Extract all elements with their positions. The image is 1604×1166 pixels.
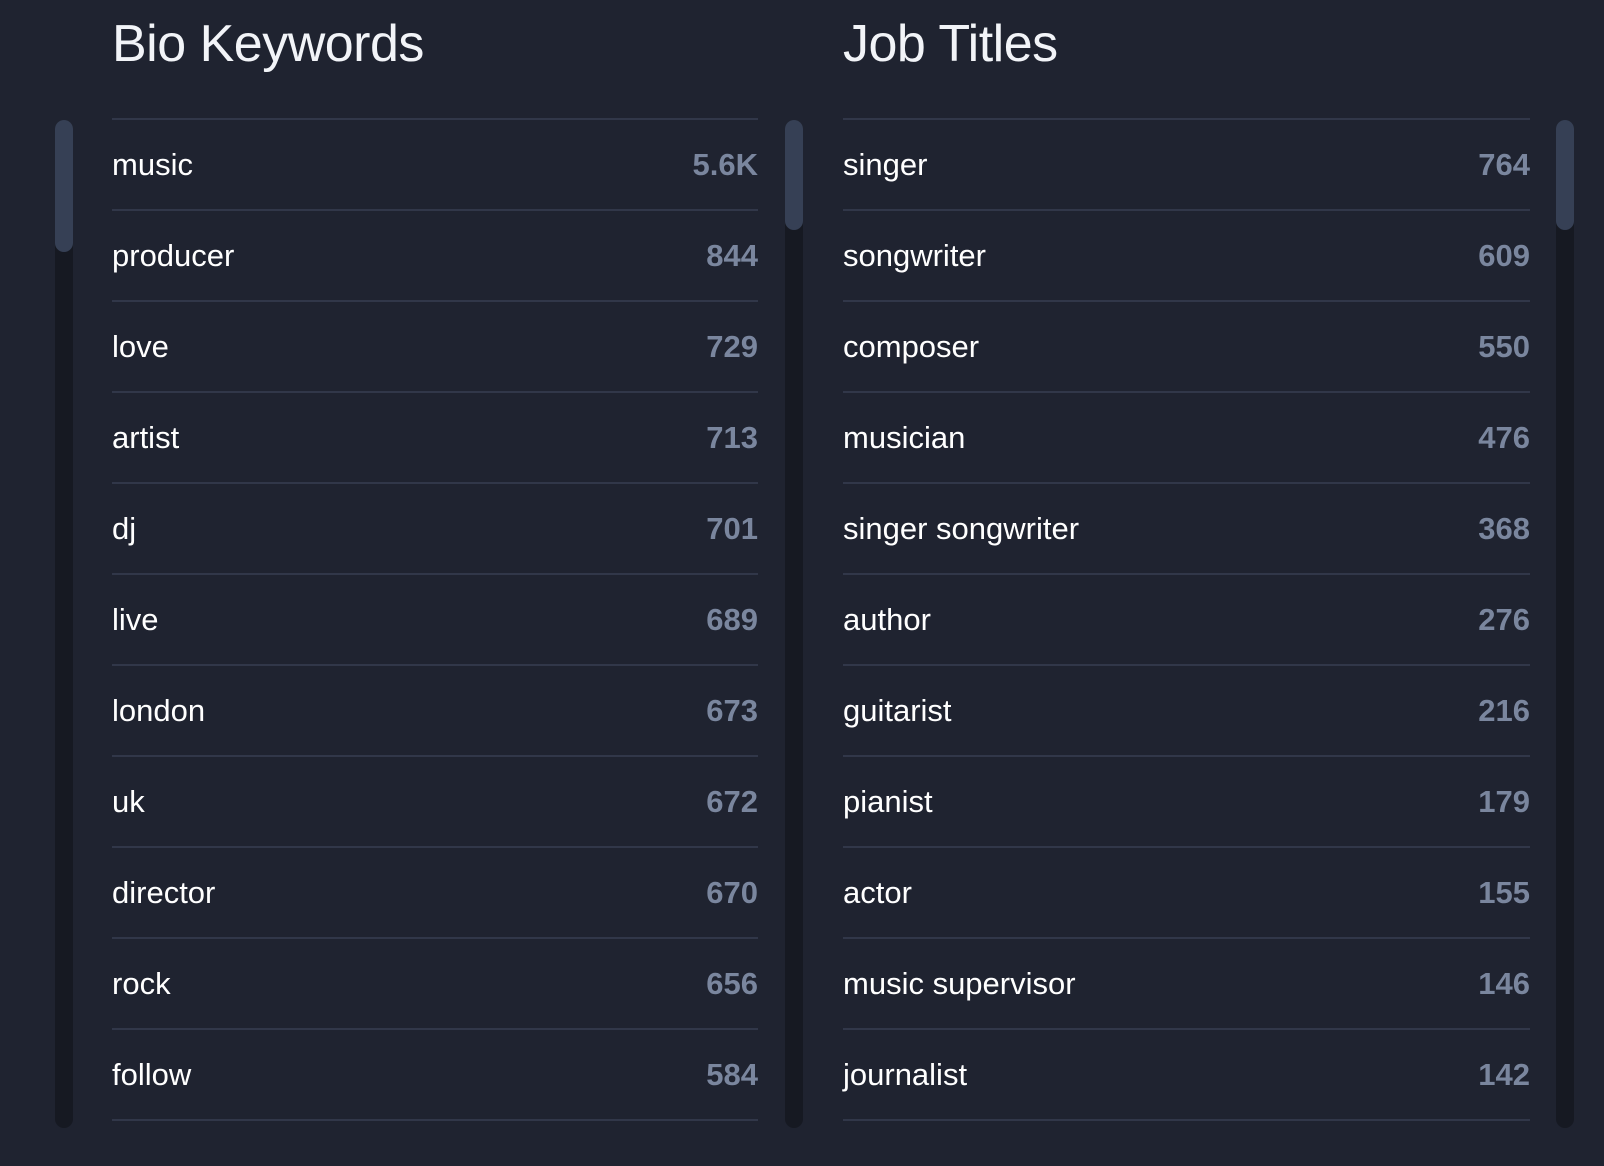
item-label: actor	[843, 874, 912, 910]
item-count: 179	[1478, 783, 1530, 819]
item-label: musician	[843, 419, 966, 455]
item-label: guitarist	[843, 692, 952, 728]
item-label: pianist	[843, 783, 933, 819]
item-label: love	[112, 328, 169, 364]
list-item[interactable]: guitarist 216	[843, 666, 1530, 757]
item-label: director	[112, 874, 216, 910]
item-label: live	[112, 601, 159, 637]
item-label: journalist	[843, 1056, 968, 1092]
list-item[interactable]: composer 550	[843, 302, 1530, 393]
item-count: 276	[1478, 601, 1530, 637]
item-count: 550	[1478, 328, 1530, 364]
item-count: 764	[1478, 146, 1530, 182]
item-label: dj	[112, 510, 137, 546]
list-item[interactable]: musician 476	[843, 393, 1530, 484]
job-titles-scroll-thumb[interactable]	[1556, 120, 1574, 230]
list-item[interactable]: director 670	[112, 848, 758, 939]
item-count: 155	[1478, 874, 1530, 910]
item-label: london	[112, 692, 206, 728]
item-count: 142	[1478, 1056, 1530, 1092]
item-label: music	[112, 146, 193, 182]
item-label: singer songwriter	[843, 510, 1080, 546]
item-label: music supervisor	[843, 965, 1076, 1001]
list-item[interactable]: music 5.6K	[112, 120, 758, 211]
list-item[interactable]: singer songwriter 368	[843, 484, 1530, 575]
item-label: rock	[112, 965, 171, 1001]
item-count: 584	[706, 1056, 758, 1092]
job-titles-scrollbar[interactable]	[1556, 120, 1574, 1128]
item-label: singer	[843, 146, 928, 182]
item-count: 701	[706, 510, 758, 546]
list-item[interactable]: songwriter 609	[843, 211, 1530, 302]
list-item[interactable]: london 673	[112, 666, 758, 757]
item-count: 5.6K	[692, 146, 758, 182]
list-item[interactable]: producer 844	[112, 211, 758, 302]
item-label: artist	[112, 419, 180, 455]
list-item[interactable]: pianist 179	[843, 757, 1530, 848]
job-titles-title: Job Titles	[843, 15, 1058, 73]
bio-keywords-list: music 5.6K producer 844 love 729 artist 713 dj 70…	[112, 118, 758, 1121]
list-item[interactable]: love 729	[112, 302, 758, 393]
item-label: composer	[843, 328, 980, 364]
item-count: 729	[706, 328, 758, 364]
item-count: 672	[706, 783, 758, 819]
item-count: 146	[1478, 965, 1530, 1001]
list-item[interactable]: live 689	[112, 575, 758, 666]
item-count: 689	[706, 601, 758, 637]
bio-keywords-list-scrollbar-2[interactable]	[785, 120, 803, 1128]
item-label: uk	[112, 783, 145, 819]
item-count: 844	[706, 237, 758, 273]
job-titles-left-scroll-thumb[interactable]	[785, 120, 803, 230]
bio-keywords-scrollbar[interactable]	[55, 120, 73, 1128]
item-count: 673	[706, 692, 758, 728]
bio-keywords-title: Bio Keywords	[112, 15, 424, 73]
item-count: 476	[1478, 419, 1530, 455]
item-label: author	[843, 601, 931, 637]
list-item[interactable]: author 276	[843, 575, 1530, 666]
item-count: 216	[1478, 692, 1530, 728]
list-item[interactable]: rock 656	[112, 939, 758, 1030]
list-item[interactable]: music supervisor 146	[843, 939, 1530, 1030]
job-titles-list: singer 764 songwriter 609 composer 550 musicia…	[843, 118, 1530, 1121]
item-count: 713	[706, 419, 758, 455]
item-label: songwriter	[843, 237, 986, 273]
item-count: 656	[706, 965, 758, 1001]
list-item[interactable]: singer 764	[843, 120, 1530, 211]
list-item[interactable]: artist 713	[112, 393, 758, 484]
item-count: 368	[1478, 510, 1530, 546]
list-item[interactable]: follow 584	[112, 1030, 758, 1121]
item-label: follow	[112, 1056, 192, 1092]
list-item[interactable]: actor 155	[843, 848, 1530, 939]
list-item[interactable]: journalist 142	[843, 1030, 1530, 1121]
item-label: producer	[112, 237, 235, 273]
list-item[interactable]: uk 672	[112, 757, 758, 848]
item-count: 609	[1478, 237, 1530, 273]
item-count: 670	[706, 874, 758, 910]
bio-keywords-scroll-thumb[interactable]	[55, 120, 73, 252]
list-item[interactable]: dj 701	[112, 484, 758, 575]
